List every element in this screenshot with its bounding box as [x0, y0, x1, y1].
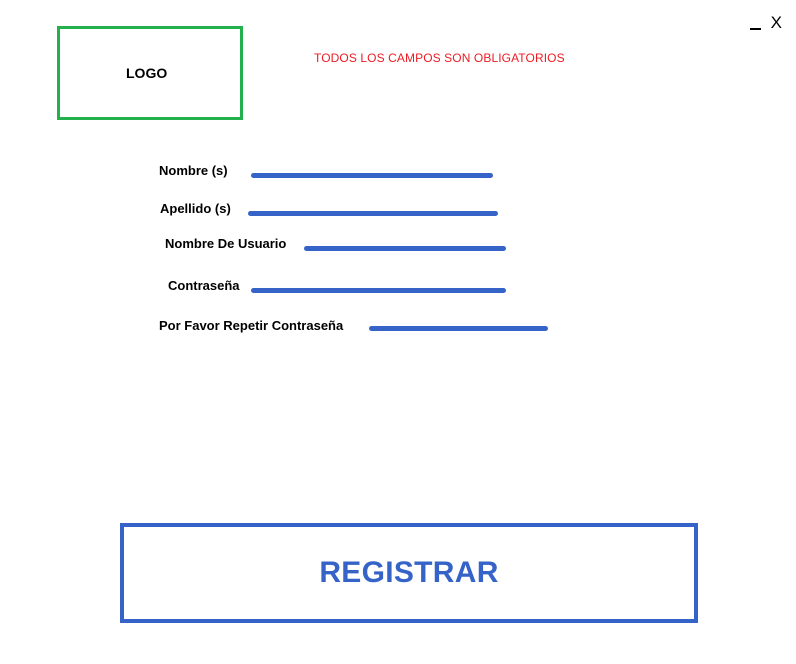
password-label: Contraseña	[168, 278, 240, 293]
username-label: Nombre De Usuario	[165, 236, 287, 251]
window-controls: X	[749, 14, 782, 32]
required-fields-notice: TODOS LOS CAMPOS SON OBLIGATORIOS	[314, 51, 565, 65]
password-field[interactable]	[251, 288, 506, 293]
first-name-label: Nombre (s)	[159, 163, 228, 178]
username-field[interactable]	[304, 246, 506, 251]
close-button[interactable]: X	[771, 14, 782, 32]
repeat-password-field[interactable]	[369, 326, 548, 331]
logo-label: LOGO	[126, 65, 168, 81]
logo: LOGO	[57, 26, 243, 120]
last-name-label: Apellido (s)	[160, 201, 231, 216]
minimize-icon[interactable]	[749, 14, 761, 32]
repeat-password-label: Por Favor Repetir Contraseña	[159, 318, 344, 333]
last-name-field[interactable]	[248, 211, 498, 216]
register-button[interactable]: REGISTRAR	[120, 523, 698, 623]
register-button-label: REGISTRAR	[319, 556, 499, 589]
first-name-field[interactable]	[251, 173, 493, 178]
